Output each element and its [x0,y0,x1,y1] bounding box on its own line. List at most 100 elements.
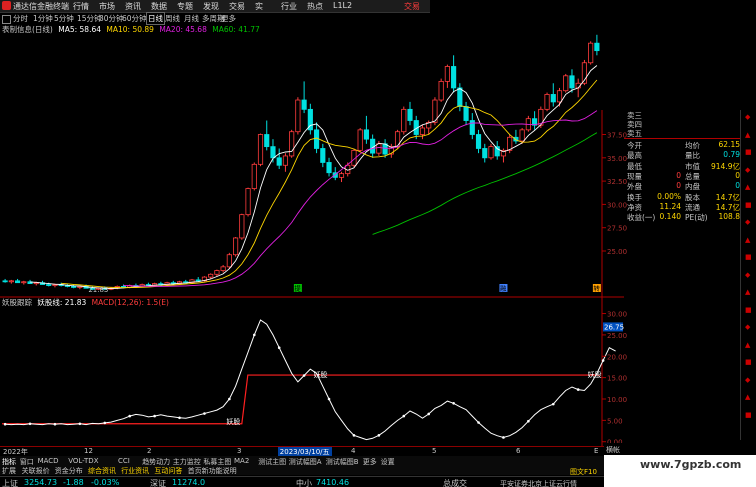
menu-item[interactable]: 实 [255,1,281,12]
candle-body [351,149,357,166]
period-0[interactable]: 分时 [13,13,28,24]
period-8[interactable]: 月线 [184,13,199,24]
ma20-value: MA20: 45.68 [159,25,207,34]
sub-current-label: 26.75 [604,323,624,331]
sub-axis-label: 30.00 [607,311,627,319]
candle-body [21,281,27,284]
info-tab[interactable]: 首页新功能说明 [188,466,237,476]
menu-item[interactable]: 发现 [203,1,229,12]
candle-body [2,280,8,283]
quote-label: PE(动) [685,213,708,223]
sz-name[interactable]: 深证 [150,478,166,487]
sub-indicator-point [128,414,131,418]
menu-item[interactable]: 资讯 [125,1,151,12]
zc-name[interactable]: 总成交 [443,478,467,487]
candle-body [276,157,282,166]
candle-body [357,129,363,151]
sub-indicator-point [53,422,57,426]
indicator-tab[interactable]: MACD [38,457,59,465]
menu-item[interactable]: 市场 [99,1,125,12]
candle-body [507,136,513,151]
info-tab[interactable]: 关联报价 [22,466,50,476]
main-axis-label: 27.50 [607,225,627,233]
toolbar-icon[interactable]: ■ [745,359,752,366]
sub-indicator-point [502,436,505,439]
event-marker-label: 融 [500,284,507,293]
candle-body [8,280,14,283]
menu-item[interactable]: 交易 [229,1,255,12]
toolbar-icon[interactable]: ■ [745,254,752,261]
candle-body [532,118,538,126]
info-tab[interactable]: 扩展 [2,466,16,476]
info-tab[interactable]: 行业资讯 [121,466,149,476]
layout-toggle-icon[interactable] [2,15,11,24]
indicator-tab[interactable]: CCI [118,457,130,465]
period-3[interactable]: 15分钟 [77,13,102,24]
period-5[interactable]: 60分钟 [122,13,147,24]
period-1[interactable]: 1分钟 [33,13,53,24]
toolbar-icon[interactable]: ■ [745,411,752,419]
trade-link[interactable]: 交易 [404,1,420,12]
sub-indicator-point [377,434,381,437]
toolbar-icon[interactable]: ▲ [745,236,752,244]
kline-chart[interactable]: 21.83 提融转 妖股妖股 妖股 37.5035.0032.5030.0027.5… [0,0,756,487]
toolbar-icon[interactable]: ▲ [745,341,752,349]
toolbar-icon[interactable]: ◆ [745,114,752,121]
low-price-label: 21.83 [88,286,108,294]
toolbar-icon[interactable]: ▲ [745,289,752,296]
toolbar-icon[interactable]: ■ [745,149,752,156]
menu-item[interactable]: 专题 [177,1,203,12]
toolbar-icon[interactable]: ◆ [745,219,752,226]
candle-body [457,87,463,107]
period-7[interactable]: 周线 [165,13,180,24]
info-tab[interactable]: 互动问答 [154,466,182,476]
candle [500,148,507,163]
menu-item[interactable]: 数据 [151,1,177,12]
period-2[interactable]: 5分钟 [54,13,74,24]
sh-name[interactable]: 上证 [2,478,18,487]
menu-item[interactable]: 行业 [281,1,307,12]
toolbar-icon[interactable]: ■ [745,201,752,209]
period-10[interactable]: 更多 [221,13,236,24]
candle [201,276,208,282]
candle-body [463,106,469,121]
toolbar-icon[interactable]: ▲ [745,184,752,191]
toolbar-icon[interactable]: ◆ [745,271,752,279]
sub-current-box [603,322,623,332]
candle-body [519,129,525,142]
candle [170,280,176,285]
toolbar-icon[interactable]: ▲ [745,394,752,401]
menu-item[interactable]: 热点 [307,1,333,12]
candle [301,81,307,114]
f10-link[interactable]: 图文F10 [570,467,597,477]
candle-body [295,99,301,133]
right-mode-label[interactable]: 横帐 [606,445,620,455]
toolbar-icon[interactable]: ◆ [745,324,752,331]
candle [158,281,164,286]
candle-body [89,287,95,290]
toolbar-icon[interactable]: ▲ [745,131,752,139]
menu-item[interactable]: 行情 [73,1,99,12]
indicator-tab[interactable]: VOL-TDX [68,457,98,465]
info-tab[interactable]: 资金分布 [55,466,83,476]
candle [594,34,600,56]
info-tab[interactable]: 综合资讯 [88,466,116,476]
quote-row: 收益(一) 0.140 PE(动) 108.8 [624,212,740,222]
toolbar-icon[interactable]: ◆ [745,166,752,174]
candle [195,277,201,282]
menu-item[interactable]: L1L2 [333,1,359,12]
quote-label: 收益(一) [627,213,656,223]
ma10-value: MA10: 50.89 [106,25,154,34]
candle [351,148,357,168]
toolbar-icon[interactable]: ◆ [745,376,752,384]
candle-body [77,286,83,288]
ma20-line [123,110,598,287]
indicator-tab[interactable]: MA2 [234,457,249,465]
sub-axis-label: 5.00 [607,417,623,425]
toolbar-icon[interactable]: ■ [745,306,752,314]
candle [320,143,326,168]
zx-name[interactable]: 中小 [296,478,312,487]
candle-body [345,164,351,175]
quote-row: 现量 0 总量 0 [624,171,740,181]
period-4[interactable]: 30分钟 [99,13,124,24]
